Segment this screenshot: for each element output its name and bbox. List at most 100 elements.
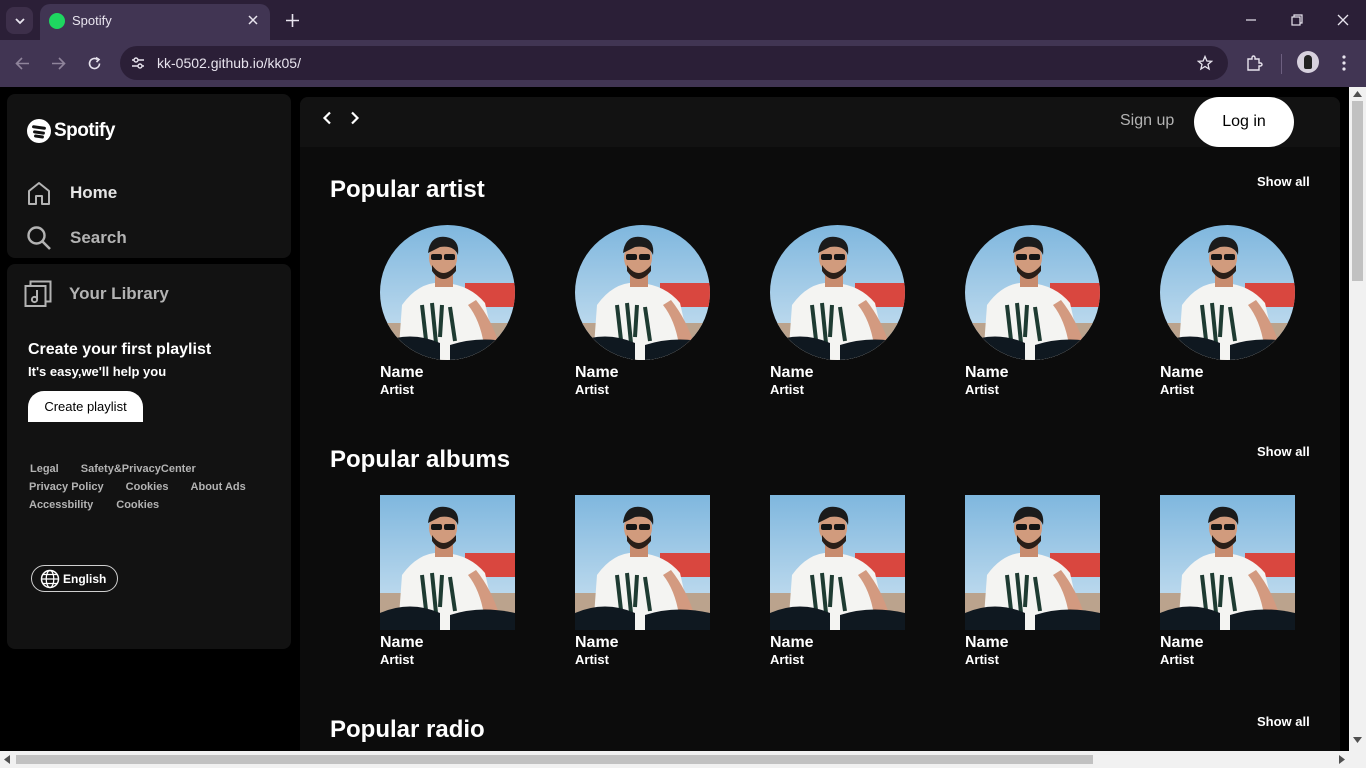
album-subtitle: Artist <box>770 652 804 667</box>
logo-text: Spotify <box>54 120 115 141</box>
artwork-photo <box>1160 495 1295 630</box>
artwork-photo <box>965 225 1100 360</box>
artist-image <box>1160 225 1295 360</box>
sign-up-button[interactable]: Sign up <box>1120 112 1174 130</box>
chevron-down-icon <box>14 17 25 24</box>
go-back-button[interactable] <box>318 109 336 127</box>
new-tab-button[interactable] <box>282 10 302 30</box>
artist-card[interactable]: Name Artist <box>965 225 1100 398</box>
artist-subtitle: Artist <box>770 382 804 397</box>
create-playlist-title: Create your first playlist <box>28 341 212 358</box>
vertical-scrollbar[interactable] <box>1349 87 1366 751</box>
more-vertical-icon <box>1342 55 1346 71</box>
footer-link-cookies[interactable]: Cookies <box>126 478 169 496</box>
horizontal-scrollbar-thumb[interactable] <box>16 755 1093 764</box>
tab-title: Spotify <box>72 13 112 28</box>
album-name: Name <box>1160 634 1204 651</box>
create-playlist-subtitle: It's easy,we'll help you <box>28 364 167 379</box>
nav-item-home[interactable]: Home <box>25 179 117 207</box>
artwork-photo <box>380 225 515 360</box>
chevron-right-icon <box>351 111 360 125</box>
artist-card[interactable]: Name Artist <box>1160 225 1295 398</box>
tab-search-button[interactable] <box>6 7 33 34</box>
scroll-left-icon <box>4 755 10 764</box>
forward-button[interactable] <box>47 52 69 74</box>
main-scroll-area: Popular artist Show all Name Artist Name… <box>300 147 1340 768</box>
back-button[interactable] <box>11 52 33 74</box>
site-info-button[interactable] <box>129 54 147 72</box>
artist-subtitle: Artist <box>1160 382 1194 397</box>
arrow-left-icon <box>14 56 29 70</box>
browser-tabstrip: Spotify <box>0 0 1366 40</box>
nav-label-home: Home <box>70 183 118 202</box>
footer-link-privacy-policy[interactable]: Privacy Policy <box>29 478 104 496</box>
address-bar[interactable]: kk-0502.github.io/kk05/ <box>120 46 1228 80</box>
go-forward-button[interactable] <box>346 109 364 127</box>
show-all-albums-link[interactable]: Show all <box>1257 444 1310 459</box>
artwork-photo <box>1160 225 1295 360</box>
album-card[interactable]: Name Artist <box>1160 495 1295 668</box>
language-button[interactable]: English <box>31 565 118 592</box>
album-card[interactable]: Name Artist <box>965 495 1100 668</box>
section-title-popular-albums: Popular albums <box>330 446 511 473</box>
footer-links: Legal Safety&PrivacyCenter Privacy Polic… <box>21 460 287 514</box>
library-icon <box>24 280 52 308</box>
artist-image <box>575 225 710 360</box>
artist-image <box>380 225 515 360</box>
home-icon <box>25 179 53 207</box>
artist-name: Name <box>380 364 424 381</box>
scroll-right-icon <box>1339 755 1345 764</box>
restore-button[interactable] <box>1287 10 1307 30</box>
bookmark-button[interactable] <box>1196 54 1214 72</box>
minimize-button[interactable] <box>1241 10 1261 30</box>
album-image <box>575 495 710 630</box>
create-playlist-button[interactable]: Create playlist <box>28 391 143 422</box>
your-library-label: Your Library <box>69 284 169 303</box>
artist-card[interactable]: Name Artist <box>575 225 710 398</box>
tune-icon <box>132 57 144 69</box>
extensions-button[interactable] <box>1243 52 1265 74</box>
album-subtitle: Artist <box>575 652 609 667</box>
artist-name: Name <box>575 364 619 381</box>
album-name: Name <box>770 634 814 651</box>
artist-subtitle: Artist <box>575 382 609 397</box>
plus-icon <box>285 13 299 27</box>
footer-link-cookies-2[interactable]: Cookies <box>116 496 159 514</box>
show-all-artists-link[interactable]: Show all <box>1257 174 1310 189</box>
close-window-button[interactable] <box>1333 10 1353 30</box>
footer-link-accessibility[interactable]: Accessbility <box>29 496 93 514</box>
toolbar-divider <box>1281 54 1282 74</box>
profile-avatar[interactable] <box>1297 51 1319 73</box>
log-in-button[interactable]: Log in <box>1194 97 1294 147</box>
album-name: Name <box>380 634 424 651</box>
album-card[interactable]: Name Artist <box>575 495 710 668</box>
footer-link-about-ads[interactable]: About Ads <box>191 478 246 496</box>
footer-link-legal[interactable]: Legal <box>30 460 59 478</box>
artwork-photo <box>380 495 515 630</box>
spotify-logo[interactable]: Spotify <box>27 119 115 143</box>
artist-card[interactable]: Name Artist <box>380 225 515 398</box>
reload-button[interactable] <box>83 52 105 74</box>
artwork-photo <box>965 495 1100 630</box>
browser-tab[interactable]: Spotify <box>40 4 270 40</box>
artist-image <box>770 225 905 360</box>
close-icon <box>248 15 258 25</box>
artwork-photo <box>770 495 905 630</box>
your-library-button[interactable]: Your Library <box>24 280 169 308</box>
show-all-radio-link[interactable]: Show all <box>1257 714 1310 729</box>
artist-subtitle: Artist <box>380 382 414 397</box>
spotify-favicon-icon <box>49 13 65 29</box>
footer-link-safety[interactable]: Safety&PrivacyCenter <box>81 460 196 478</box>
tab-close-button[interactable] <box>244 11 262 29</box>
nav-item-search[interactable]: Search <box>25 224 127 252</box>
browser-menu-button[interactable] <box>1333 52 1355 74</box>
sidebar-nav-panel: Spotify Home Search <box>7 94 291 258</box>
album-name: Name <box>575 634 619 651</box>
nav-label-search: Search <box>70 228 127 247</box>
album-card[interactable]: Name Artist <box>380 495 515 668</box>
vertical-scrollbar-thumb[interactable] <box>1352 101 1363 281</box>
artist-card[interactable]: Name Artist <box>770 225 905 398</box>
album-card[interactable]: Name Artist <box>770 495 905 668</box>
globe-icon <box>40 569 60 588</box>
horizontal-scrollbar[interactable] <box>0 751 1366 768</box>
